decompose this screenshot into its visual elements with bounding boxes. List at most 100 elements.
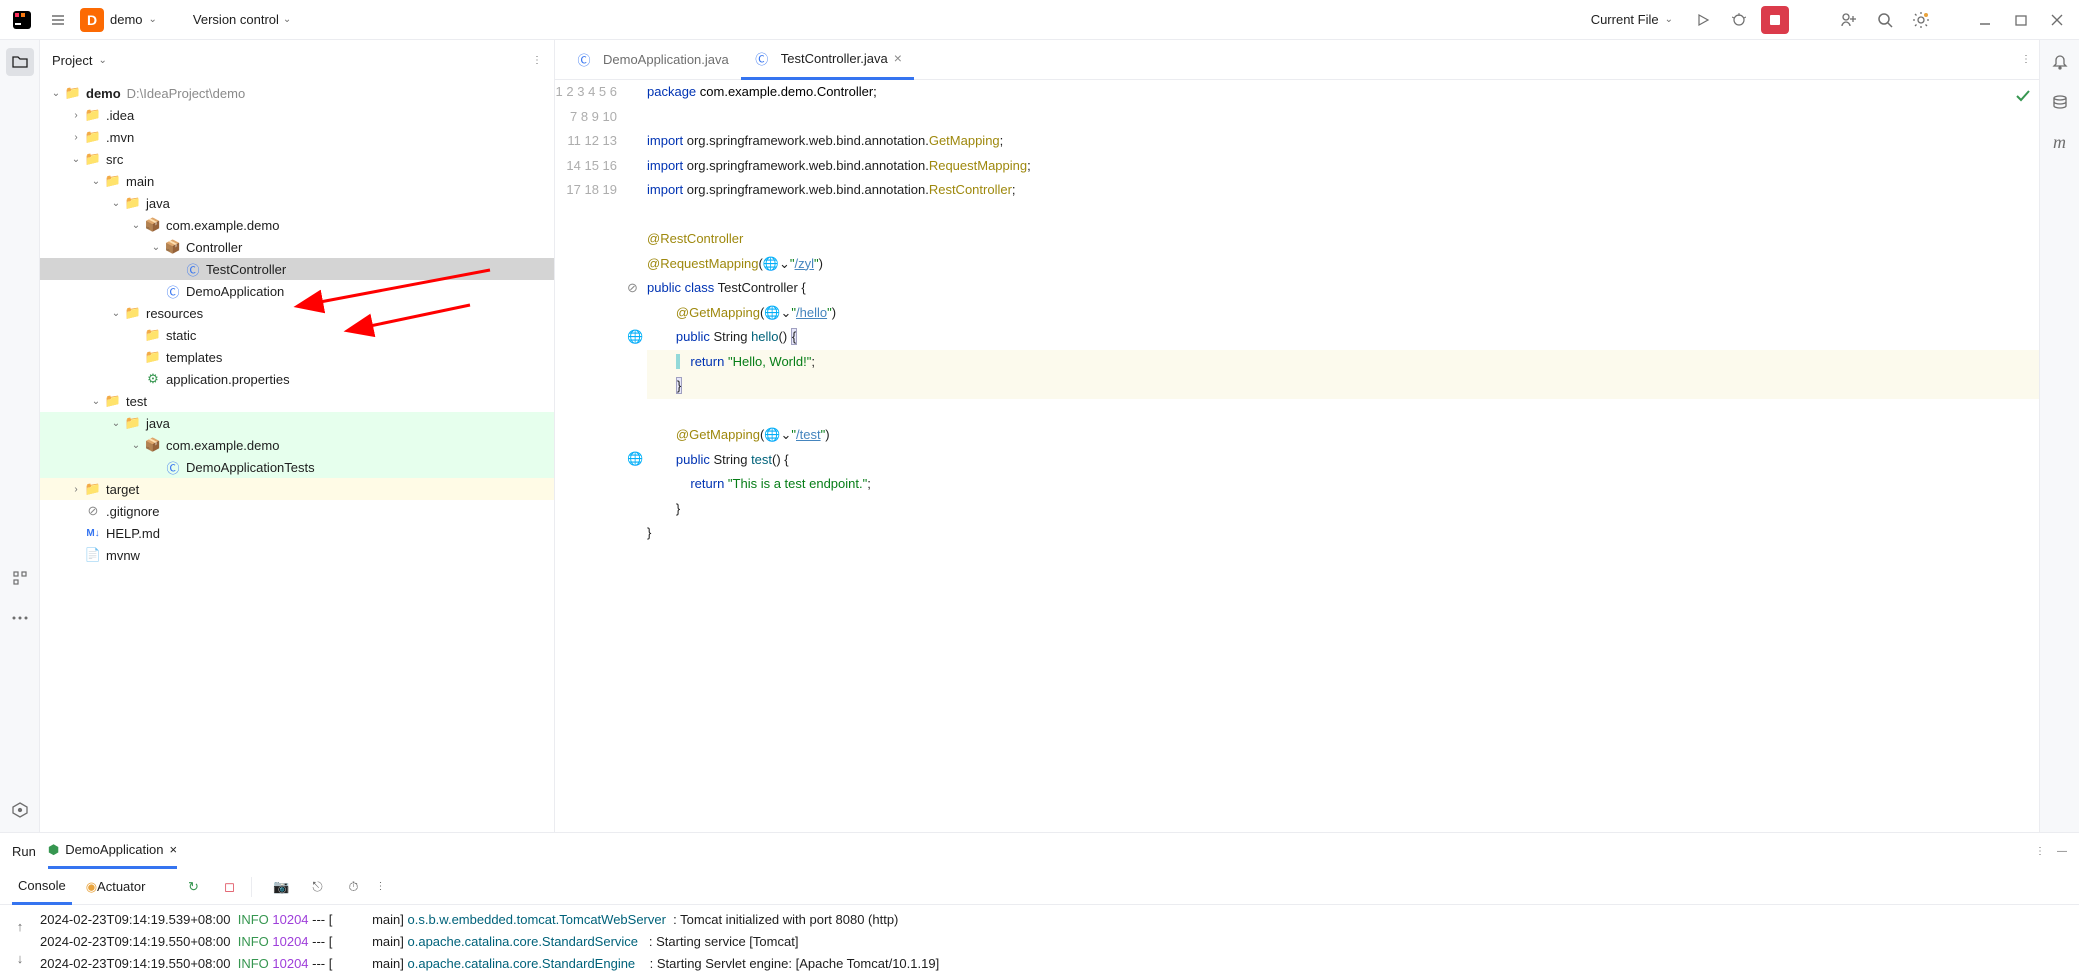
settings-icon[interactable]	[1907, 6, 1935, 34]
tree-label: resources	[146, 306, 203, 321]
debug-button[interactable]	[1725, 6, 1753, 34]
actuator-icon: ◉	[86, 879, 97, 895]
console-tab[interactable]: Console	[12, 869, 72, 905]
tree-row[interactable]: 📄 mvnw	[40, 544, 554, 566]
class-icon: Ⓒ	[753, 49, 771, 67]
profiler-icon[interactable]: ⏱	[339, 873, 367, 901]
chevron-down-icon: ⌄	[1665, 14, 1673, 25]
editor-tab-active[interactable]: Ⓒ TestController.java ×	[741, 40, 914, 80]
run-config-label: Current File	[1591, 12, 1659, 27]
project-panel-header[interactable]: Project ⌄ ⋮	[40, 40, 554, 80]
tree-row[interactable]: 📁 static	[40, 324, 554, 346]
console-output[interactable]: ↑ ↓ 2024-02-23T09:14:19.539+08:00 INFO 1…	[0, 905, 2079, 979]
tree-label: TestController	[206, 262, 286, 277]
tree-label: .gitignore	[106, 504, 159, 519]
structure-tool-icon[interactable]	[6, 564, 34, 592]
more-tool-icon[interactable]	[6, 604, 34, 632]
tree-row[interactable]: Ⓒ DemoApplicationTests	[40, 456, 554, 478]
toolbar-menu-icon[interactable]: ⋮	[375, 881, 385, 892]
tree-label: target	[106, 482, 139, 497]
tree-row[interactable]: ⌄📁 java	[40, 192, 554, 214]
actuator-tab[interactable]: ◉ Actuator	[80, 869, 152, 905]
tree-row[interactable]: M↓ HELP.md	[40, 522, 554, 544]
tree-row[interactable]: ›📁 target	[40, 478, 554, 500]
tree-label: application.properties	[166, 372, 290, 387]
close-icon[interactable]: ×	[894, 50, 902, 66]
run-config-tab[interactable]: ⬢ DemoApplication ×	[48, 833, 177, 869]
code-editor[interactable]: 1 2 3 4 5 6 7 8 9 10 11 12 13 14 15 16 1…	[555, 80, 2039, 832]
scroll-down-icon[interactable]: ↓	[6, 945, 34, 973]
tree-row[interactable]: ⚙ application.properties	[40, 368, 554, 390]
editor-tabs: Ⓒ DemoApplication.java Ⓒ TestController.…	[555, 40, 2039, 80]
spring-icon: ⬢	[48, 842, 59, 858]
tree-label: java	[146, 196, 170, 211]
minimize-panel-icon[interactable]: —	[2057, 846, 2067, 857]
code-content[interactable]: package com.example.demo.Controller; imp…	[647, 80, 2039, 832]
services-tool-icon[interactable]	[6, 796, 34, 824]
inspection-ok-icon[interactable]	[2015, 88, 2031, 104]
tree-row[interactable]: ⌄📦 Controller	[40, 236, 554, 258]
run-title: Run	[12, 844, 36, 859]
scroll-up-icon[interactable]: ↑	[6, 913, 34, 941]
tree-row[interactable]: ⌄📁 main	[40, 170, 554, 192]
stop-button[interactable]	[1761, 6, 1789, 34]
tab-menu-icon[interactable]: ⋮	[2021, 54, 2031, 65]
panel-menu-icon[interactable]: ⋮	[2035, 846, 2045, 857]
run-panel-header: Run ⬢ DemoApplication × ⋮ —	[0, 833, 2079, 869]
minimize-icon[interactable]	[1971, 6, 1999, 34]
run-config-selector[interactable]: Current File ⌄	[1583, 8, 1681, 31]
main-menu-icon[interactable]	[44, 6, 72, 34]
exit-icon[interactable]: ⎋	[303, 873, 331, 901]
tree-row[interactable]: ›📁 .idea	[40, 104, 554, 126]
tree-row[interactable]: ⌄📦 com.example.demo	[40, 434, 554, 456]
main-area: Project ⌄ ⋮ ⌄📁 demo D:\IdeaProject\demo …	[0, 40, 2079, 832]
tree-row[interactable]: ⌄📁 java	[40, 412, 554, 434]
project-selector[interactable]: D demo ⌄	[80, 8, 157, 32]
maven-icon[interactable]: m	[2046, 128, 2074, 156]
project-tool-icon[interactable]	[6, 48, 34, 76]
tree-row[interactable]: ⌄📦 com.example.demo	[40, 214, 554, 236]
tree-row[interactable]: 📁 templates	[40, 346, 554, 368]
tree-path: D:\IdeaProject\demo	[127, 86, 246, 101]
console-lines: 2024-02-23T09:14:19.539+08:00 INFO 10204…	[40, 909, 2079, 975]
tree-row[interactable]: ⌄📁 src	[40, 148, 554, 170]
tree-row[interactable]: ⊘ .gitignore	[40, 500, 554, 522]
tab-label: DemoApplication.java	[603, 52, 729, 67]
tree-label: DemoApplication	[186, 284, 284, 299]
screenshot-icon[interactable]: 📷	[267, 873, 295, 901]
editor-tab[interactable]: Ⓒ DemoApplication.java	[563, 40, 741, 80]
tab-label: TestController.java	[781, 51, 888, 66]
tree-row-selected[interactable]: Ⓒ TestController	[40, 258, 554, 280]
rerun-icon[interactable]: ↻	[179, 873, 207, 901]
close-icon[interactable]	[2043, 6, 2071, 34]
panel-menu-icon[interactable]: ⋮	[532, 55, 542, 66]
line-gutter: 1 2 3 4 5 6 7 8 9 10 11 12 13 14 15 16 1…	[555, 80, 627, 832]
close-icon[interactable]: ×	[170, 842, 178, 857]
database-icon[interactable]	[2046, 88, 2074, 116]
stop-icon[interactable]: ◻	[215, 873, 243, 901]
url-mapping-icon: 🌐	[627, 447, 643, 463]
vcs-selector[interactable]: Version control ⌄	[193, 12, 291, 27]
tree-row-root[interactable]: ⌄📁 demo D:\IdeaProject\demo	[40, 82, 554, 104]
tree-label: .mvn	[106, 130, 134, 145]
chevron-down-icon: ⌄	[283, 14, 291, 25]
right-tool-stripe: m	[2039, 40, 2079, 832]
tree-row[interactable]: ⌄📁 test	[40, 390, 554, 412]
project-panel: Project ⌄ ⋮ ⌄📁 demo D:\IdeaProject\demo …	[40, 40, 555, 832]
search-icon[interactable]	[1871, 6, 1899, 34]
left-tool-stripe	[0, 40, 40, 832]
notifications-icon[interactable]	[2046, 48, 2074, 76]
tree-row[interactable]: Ⓒ DemoApplication	[40, 280, 554, 302]
project-tree[interactable]: ⌄📁 demo D:\IdeaProject\demo ›📁 .idea ›📁 …	[40, 80, 554, 832]
tree-label: main	[126, 174, 154, 189]
run-config-name: DemoApplication	[65, 842, 163, 857]
main-toolbar: D demo ⌄ Version control ⌄ Current File …	[0, 0, 2079, 40]
run-button[interactable]	[1689, 6, 1717, 34]
tree-label: Controller	[186, 240, 242, 255]
intellij-logo-icon[interactable]	[8, 6, 36, 34]
maximize-icon[interactable]	[2007, 6, 2035, 34]
tree-row[interactable]: ›📁 .mvn	[40, 126, 554, 148]
chevron-down-icon: ⌄	[98, 55, 106, 66]
tree-row[interactable]: ⌄📁 resources	[40, 302, 554, 324]
code-with-me-icon[interactable]	[1835, 6, 1863, 34]
